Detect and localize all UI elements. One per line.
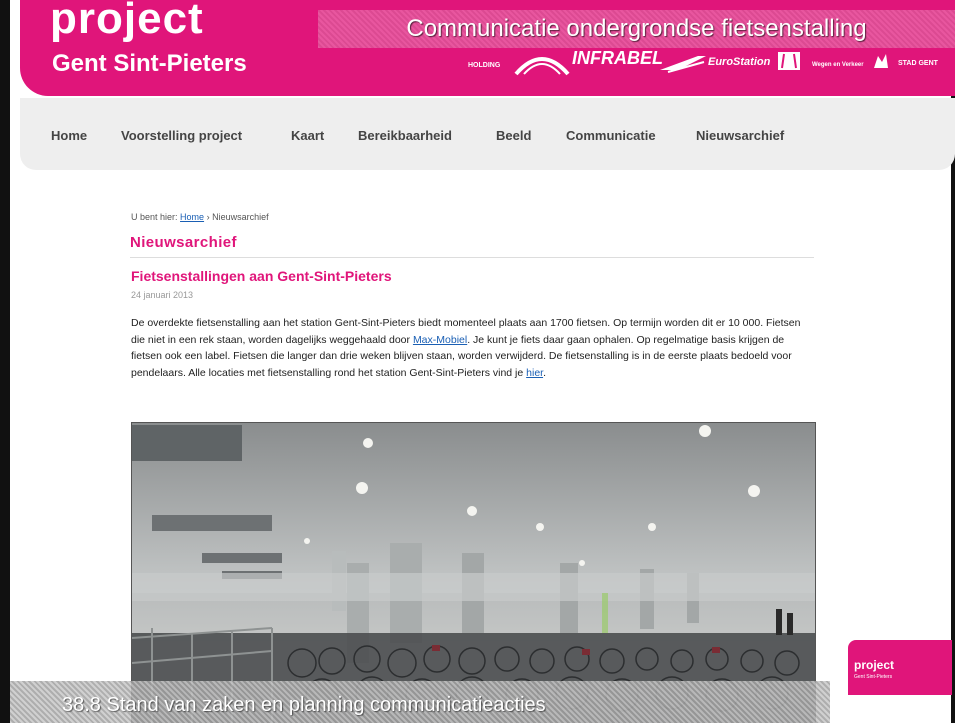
corner-logo-title: project bbox=[854, 658, 895, 672]
breadcrumb-prefix: U bent hier: bbox=[131, 212, 178, 222]
frame-border-left bbox=[0, 0, 10, 723]
article-body: De overdekte fietsenstalling aan het sta… bbox=[131, 315, 816, 381]
article-title[interactable]: Fietsenstallingen aan Gent-Sint-Pieters bbox=[131, 268, 392, 284]
breadcrumb: U bent hier: Home › Nieuwsarchief bbox=[131, 212, 269, 222]
partner-arc-icon bbox=[514, 57, 570, 76]
section-title: Nieuwsarchief bbox=[130, 234, 237, 251]
partner-road-icon bbox=[778, 52, 800, 70]
section-divider bbox=[130, 257, 814, 258]
partner-holding-logo: HOLDING bbox=[468, 62, 501, 69]
nav-beeld[interactable]: Beeld bbox=[496, 128, 531, 143]
nav-voorstelling-project[interactable]: Voorstelling project bbox=[121, 128, 242, 143]
bicycle-parking-illustration bbox=[132, 423, 815, 723]
nav-home[interactable]: Home bbox=[51, 128, 87, 143]
article-body-end: . bbox=[543, 366, 546, 379]
bicycle-parking-photo bbox=[131, 422, 816, 723]
corner-logo: project Gent Sint-Pieters bbox=[848, 640, 952, 695]
partner-logos: HOLDING INFRABEL EuroStation Wegen en Ve… bbox=[468, 48, 955, 78]
main-nav: Home Voorstelling project Kaart Bereikba… bbox=[20, 98, 955, 170]
partner-train-icon bbox=[660, 56, 706, 73]
logo-project-text[interactable]: project bbox=[50, 0, 204, 44]
max-mobiel-link[interactable]: Max-Mobiel bbox=[413, 334, 467, 346]
nav-nieuwsarchief[interactable]: Nieuwsarchief bbox=[696, 128, 784, 143]
hier-link[interactable]: hier bbox=[526, 367, 543, 379]
partner-stad-gent-logo: STAD GENT bbox=[898, 60, 938, 67]
article-date: 24 januari 2013 bbox=[131, 290, 194, 300]
breadcrumb-current: Nieuwsarchief bbox=[212, 212, 269, 222]
nav-bereikbaarheid[interactable]: Bereikbaarheid bbox=[358, 128, 452, 143]
breadcrumb-home-link[interactable]: Home bbox=[180, 212, 204, 222]
partner-infrabel-logo: INFRABEL bbox=[572, 48, 663, 68]
breadcrumb-separator: › bbox=[206, 212, 210, 222]
slide-frame: project Gent Sint-Pieters HOLDING INFRAB… bbox=[0, 0, 955, 723]
corner-logo-subtitle: Gent Sint-Pieters bbox=[854, 674, 893, 680]
partner-wegen-logo: Wegen en Verkeer bbox=[812, 62, 864, 68]
flemish-lion-icon bbox=[874, 54, 888, 68]
partner-eurostation-logo: EuroStation bbox=[708, 56, 771, 68]
logo-subtitle[interactable]: Gent Sint-Pieters bbox=[52, 50, 247, 78]
slide-title: Communicatie ondergrondse fietsenstallin… bbox=[318, 10, 955, 48]
slide-footer-text: 38.8 Stand van zaken en planning communi… bbox=[62, 694, 546, 716]
nav-communicatie[interactable]: Communicatie bbox=[566, 128, 656, 143]
nav-kaart[interactable]: Kaart bbox=[291, 128, 324, 143]
